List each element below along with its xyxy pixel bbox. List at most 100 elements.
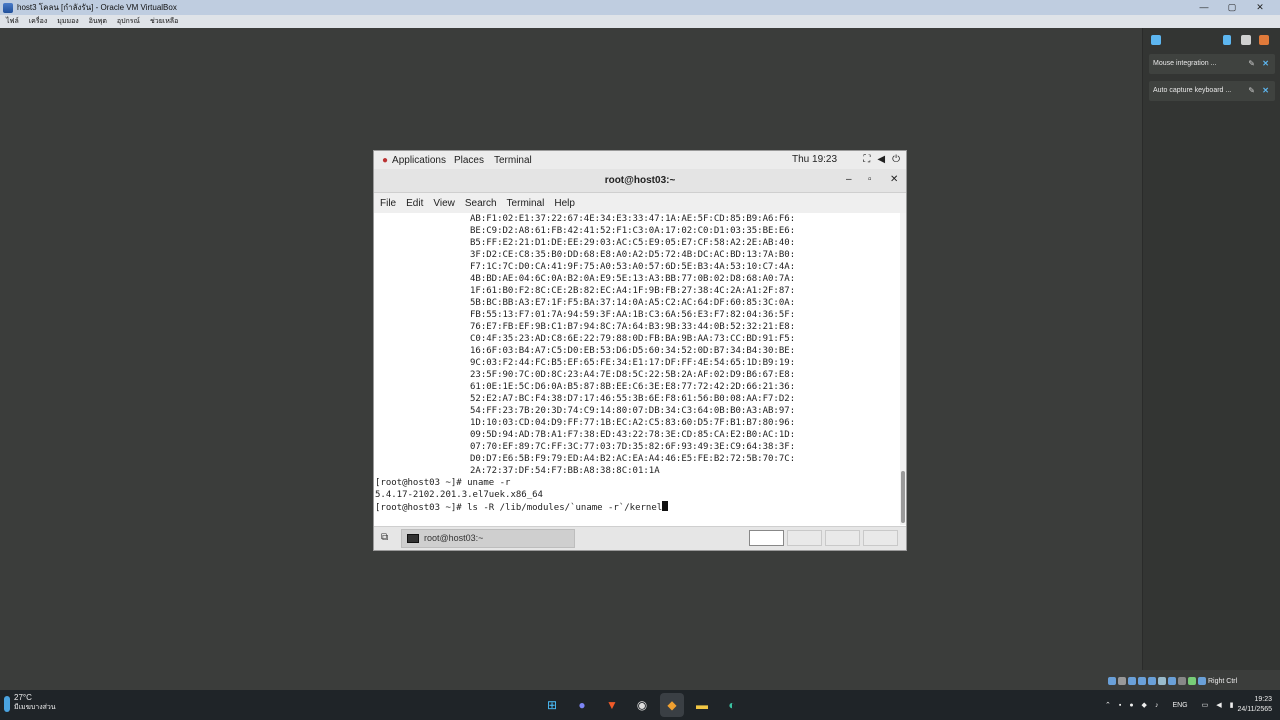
display-icon[interactable]: ▭	[1202, 701, 1209, 709]
host-menu-input[interactable]: อินพุต	[89, 16, 107, 27]
sort-icon[interactable]	[1223, 35, 1231, 45]
file-explorer-icon[interactable]: ▬	[690, 693, 714, 717]
battery-icon[interactable]: ▮	[1230, 701, 1234, 709]
menu-edit[interactable]: Edit	[406, 198, 423, 209]
workspace-4[interactable]	[863, 530, 898, 546]
hex-line: 1F:61:B0:F2:8C:CE:2B:82:EC:A4:1F:9B:FB:2…	[470, 286, 796, 296]
cpu-icon[interactable]	[1188, 677, 1196, 685]
obs-icon[interactable]: ◉	[630, 693, 654, 717]
virtualbox-icon	[3, 2, 13, 13]
terminal-maximize-button[interactable]: ▫	[868, 174, 872, 185]
menu-help[interactable]: Help	[554, 198, 575, 209]
hex-line: D0:D7:E6:5B:F9:79:ED:A4:B2:AC:EA:A4:46:E…	[470, 454, 796, 464]
prompt-uname: [root@host03 ~]# uname -r	[375, 478, 511, 488]
display-icon[interactable]	[1168, 677, 1176, 685]
close-icon[interactable]: ✕	[1262, 54, 1269, 74]
uname-output: 5.4.17-2102.201.3.el7uek.x86_64	[375, 490, 543, 500]
workspace-1[interactable]	[749, 530, 784, 546]
terminal-icon	[407, 534, 419, 543]
recording-icon[interactable]	[1178, 677, 1186, 685]
power-icon[interactable]: ⏻	[892, 154, 900, 165]
show-desktop-icon[interactable]: ⧉	[381, 532, 395, 545]
tray-app-icon[interactable]: ▪	[1119, 702, 1121, 709]
notification-mouse-integration[interactable]: Mouse integration ... ✎ ✕	[1149, 54, 1275, 74]
hex-line: 52:E2:A7:BC:F4:38:D7:17:46:55:3B:6E:F8:6…	[470, 394, 796, 404]
host-menu-help[interactable]: ช่วยเหลือ	[150, 16, 178, 27]
terminal-app-menu[interactable]: Terminal	[494, 155, 532, 166]
hdd-icon[interactable]	[1108, 677, 1116, 685]
weather-description: มีเมฆบางส่วน	[14, 704, 56, 711]
chevron-up-icon[interactable]: ⌃	[1105, 701, 1111, 709]
workspace-3[interactable]	[825, 530, 860, 546]
shared-folder-icon[interactable]	[1158, 677, 1166, 685]
audio-icon[interactable]	[1128, 677, 1136, 685]
terminal-minimize-button[interactable]: –	[846, 174, 852, 185]
tray-app-icon[interactable]: ●	[1129, 702, 1133, 709]
mouse-icon[interactable]	[1198, 677, 1206, 685]
temperature: 27°C	[14, 693, 32, 702]
places-menu[interactable]: Places	[454, 155, 484, 166]
gnome-foot-icon: ●	[382, 154, 389, 166]
hex-line: C0:4F:35:23:AD:C8:6E:22:79:88:0D:FB:BA:9…	[470, 334, 796, 344]
panel-toolbar	[1143, 32, 1280, 50]
taskbar-terminal-button[interactable]: root@host03:~	[401, 529, 575, 548]
minimize-button[interactable]: —	[1190, 0, 1218, 15]
optical-icon[interactable]	[1118, 677, 1126, 685]
vm-status-bar: Right Ctrl	[1108, 674, 1280, 688]
network-icon[interactable]: ⛶	[863, 154, 870, 165]
pin-icon[interactable]	[1241, 35, 1251, 45]
hex-line: FB:55:13:F7:01:7A:94:59:3F:AA:1B:C3:6A:5…	[470, 310, 796, 320]
language-indicator[interactable]: ENG	[1172, 702, 1187, 709]
menu-file[interactable]: File	[380, 198, 396, 209]
hex-line: B5:FF:E2:21:D1:DE:EE:29:03:AC:C5:E9:05:E…	[470, 238, 796, 248]
virtualbox-taskbar-icon[interactable]: ◆	[660, 693, 684, 717]
tray-app-icon[interactable]: ◆	[1142, 701, 1147, 709]
terminal-close-button[interactable]: ✕	[890, 174, 898, 185]
pin-icon[interactable]: ✎	[1248, 54, 1255, 74]
hex-line: BE:C9:D2:A8:61:FB:42:41:52:F1:C3:0A:17:0…	[470, 226, 796, 236]
hex-line: 4B:BD:AE:04:6C:0A:B2:0A:E9:5E:13:A3:BB:7…	[470, 274, 796, 284]
network-icon[interactable]	[1138, 677, 1146, 685]
menu-view[interactable]: View	[433, 198, 455, 209]
hex-line: 9C:03:F2:44:FC:B5:EF:65:FE:34:E1:17:DF:F…	[470, 358, 796, 368]
text-cursor	[662, 501, 669, 511]
hex-line: AB:F1:02:E1:37:22:67:4E:34:E3:33:47:1A:A…	[470, 214, 796, 224]
taskbar-terminal-label: root@host03:~	[424, 533, 484, 543]
host-window-title: host3 โคลน [กำลังรัน] - Oracle VM Virtua…	[17, 3, 177, 12]
terminal-titlebar[interactable]: root@host03:~ – ▫ ✕	[374, 169, 906, 193]
close-button[interactable]: ✕	[1246, 0, 1274, 15]
discord-icon[interactable]: ●	[570, 693, 594, 717]
notification-panel: Mouse integration ... ✎ ✕ Auto capture k…	[1142, 28, 1280, 670]
usb-icon[interactable]	[1148, 677, 1156, 685]
microphone-icon[interactable]: ♪	[1155, 702, 1159, 709]
terminal-output[interactable]: AB:F1:02:E1:37:22:67:4E:34:E3:33:47:1A:A…	[374, 213, 900, 525]
applications-menu[interactable]: Applications	[392, 155, 446, 166]
volume-icon[interactable]: ◀	[877, 154, 885, 165]
menu-search[interactable]: Search	[465, 198, 497, 209]
host-menubar: ไฟล์ เครื่อง มุมมอง อินพุต อุปกรณ์ ช่วยเ…	[0, 15, 1280, 28]
gnome-clock[interactable]: Thu 19:23	[792, 154, 837, 165]
pin-icon[interactable]: ✎	[1248, 81, 1255, 101]
host-menu-devices[interactable]: อุปกรณ์	[117, 16, 140, 27]
volume-icon[interactable]: ◀	[1216, 701, 1221, 709]
scrollbar-thumb[interactable]	[901, 471, 905, 523]
start-icon[interactable]: ⊞	[540, 693, 564, 717]
clear-icon[interactable]	[1259, 35, 1269, 45]
gnome-top-bar: ● Applications Places Terminal Thu 19:23…	[374, 151, 906, 169]
terminal-scrollbar[interactable]	[900, 213, 906, 525]
host-menu-view[interactable]: มุมมอง	[57, 16, 78, 27]
host-menu-file[interactable]: ไฟล์	[6, 16, 19, 27]
workspace-2[interactable]	[787, 530, 822, 546]
close-icon[interactable]: ✕	[1262, 81, 1269, 101]
weather-widget[interactable]: 27°C มีเมฆบางส่วน	[14, 693, 56, 713]
weather-icon[interactable]	[4, 696, 10, 712]
terminal-window-title: root@host03:~	[604, 175, 676, 186]
host-menu-machine[interactable]: เครื่อง	[29, 16, 47, 27]
system-clock[interactable]: 19:23 24/11/2565	[1237, 695, 1272, 715]
notification-auto-capture[interactable]: Auto capture keyboard ... ✎ ✕	[1149, 81, 1275, 101]
maximize-button[interactable]: ▢	[1218, 0, 1246, 15]
edge-icon[interactable]: ◐	[720, 693, 744, 717]
brave-icon[interactable]: ▼	[600, 693, 624, 717]
notification-icon[interactable]	[1151, 35, 1161, 45]
menu-terminal[interactable]: Terminal	[507, 198, 545, 209]
